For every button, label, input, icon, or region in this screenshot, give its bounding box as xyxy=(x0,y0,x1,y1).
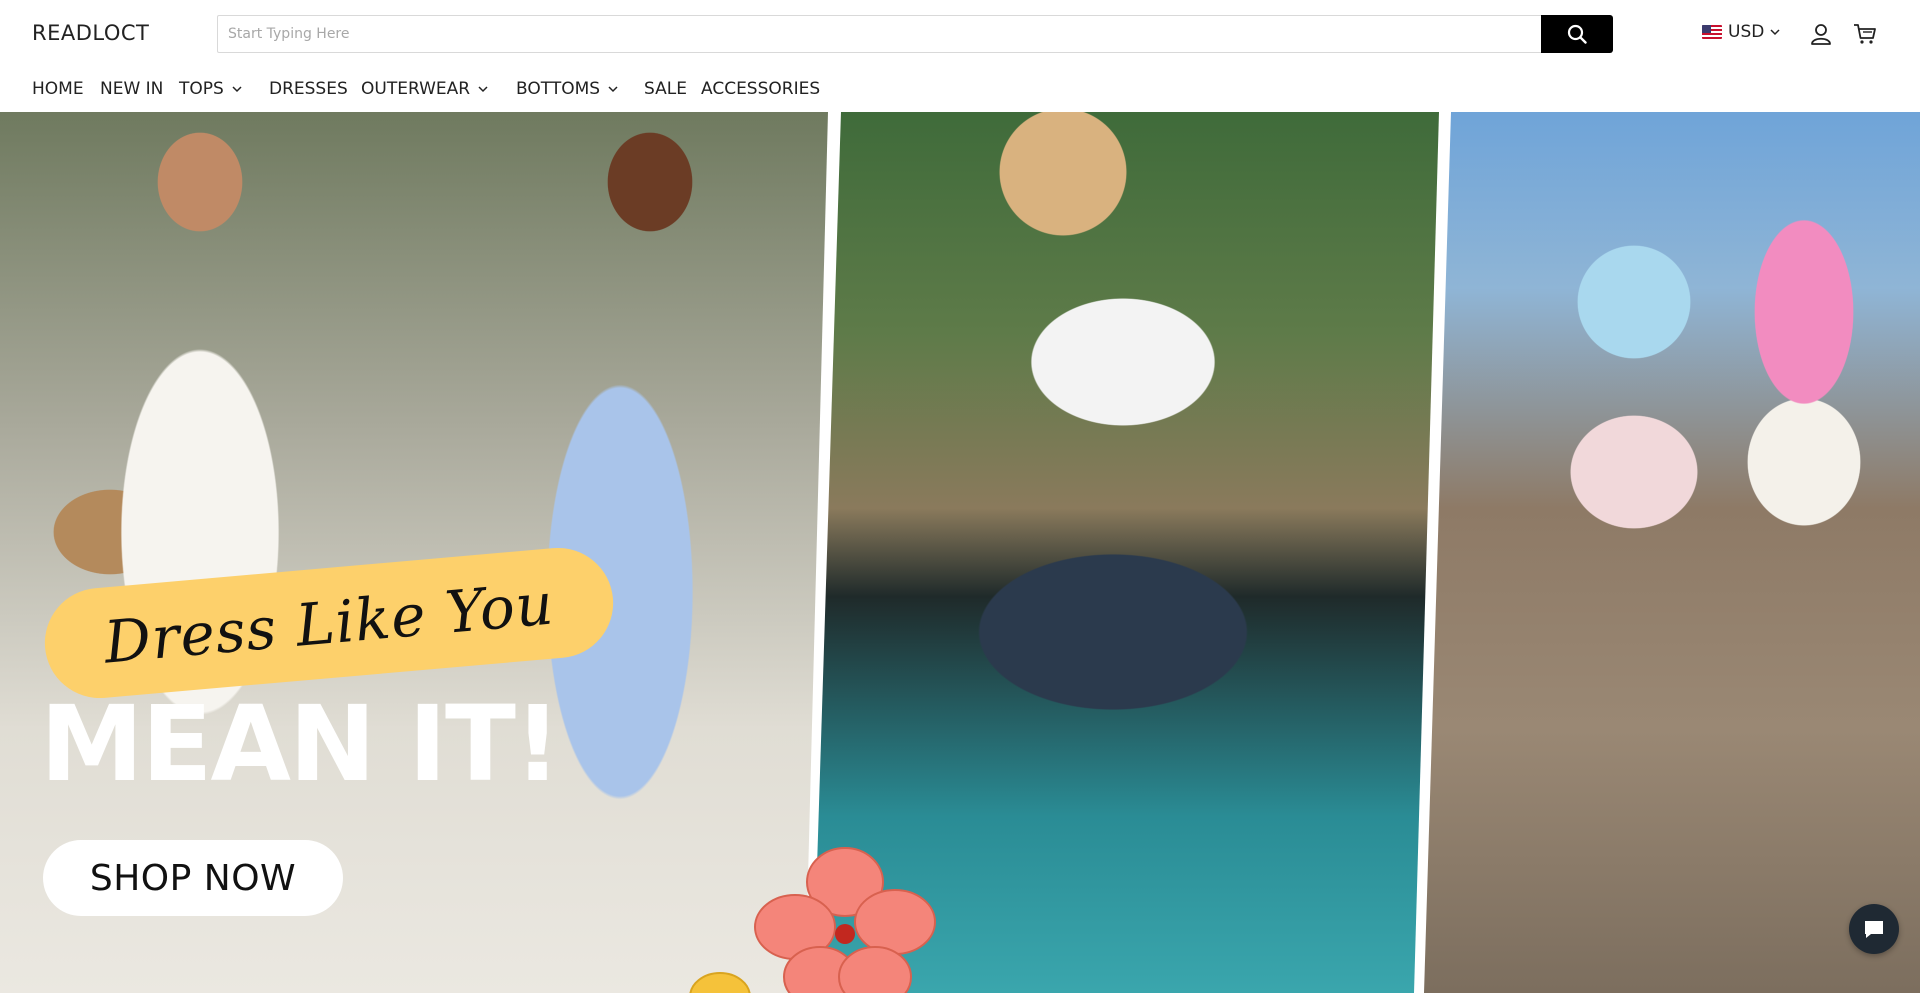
nav-item-label: TOPS xyxy=(179,79,224,99)
main-nav: HOME NEW IN TOPS DRESSES OUTERWEAR BOTTO… xyxy=(0,66,1920,112)
us-flag-icon xyxy=(1702,25,1722,39)
nav-item-tops[interactable]: TOPS xyxy=(179,79,242,99)
chat-widget-button[interactable] xyxy=(1849,904,1899,954)
hibiscus-flower-icon xyxy=(754,847,936,993)
search-button[interactable] xyxy=(1541,15,1613,53)
hero-tagline: Dress Like You xyxy=(101,569,557,677)
hero-image-rocks xyxy=(1424,112,1920,993)
chat-icon xyxy=(1865,921,1883,938)
shop-now-button[interactable]: SHOP NOW xyxy=(43,840,343,916)
hero-banner[interactable]: Dress Like You MEAN IT! SHOP NOW xyxy=(0,112,1920,993)
chevron-down-icon xyxy=(232,86,242,93)
cart-icon[interactable] xyxy=(1852,21,1878,47)
account-icon[interactable] xyxy=(1808,21,1834,47)
chevron-down-icon xyxy=(478,86,488,93)
nav-item-outerwear[interactable]: OUTERWEAR xyxy=(361,79,488,99)
top-bar: READLOCT USD xyxy=(0,0,1920,66)
nav-item-label: BOTTOMS xyxy=(516,79,601,99)
nav-item-label: DRESSES xyxy=(269,79,348,99)
yellow-flower-icon xyxy=(689,972,751,993)
search-input[interactable] xyxy=(217,15,1541,53)
nav-item-bottoms[interactable]: BOTTOMS xyxy=(516,79,618,99)
search-bar xyxy=(217,15,1613,53)
nav-item-home[interactable]: HOME xyxy=(32,79,84,99)
search-icon xyxy=(1567,24,1587,44)
nav-item-label: ACCESSORIES xyxy=(701,79,821,99)
nav-item-sale[interactable]: SALE xyxy=(644,79,687,99)
currency-label: USD xyxy=(1728,22,1765,42)
nav-item-new-in[interactable]: NEW IN xyxy=(100,79,163,99)
nav-item-label: SALE xyxy=(644,79,687,99)
nav-item-label: OUTERWEAR xyxy=(361,79,471,99)
nav-item-dresses[interactable]: DRESSES xyxy=(269,79,348,99)
nav-item-label: HOME xyxy=(32,79,84,99)
chevron-down-icon xyxy=(608,86,618,93)
site-logo[interactable]: READLOCT xyxy=(32,21,149,45)
nav-item-accessories[interactable]: ACCESSORIES xyxy=(701,79,820,99)
hero-headline: MEAN IT! xyxy=(40,683,561,805)
nav-item-label: NEW IN xyxy=(100,79,164,99)
currency-selector[interactable]: USD xyxy=(1702,22,1780,42)
chevron-down-icon xyxy=(1770,29,1780,36)
